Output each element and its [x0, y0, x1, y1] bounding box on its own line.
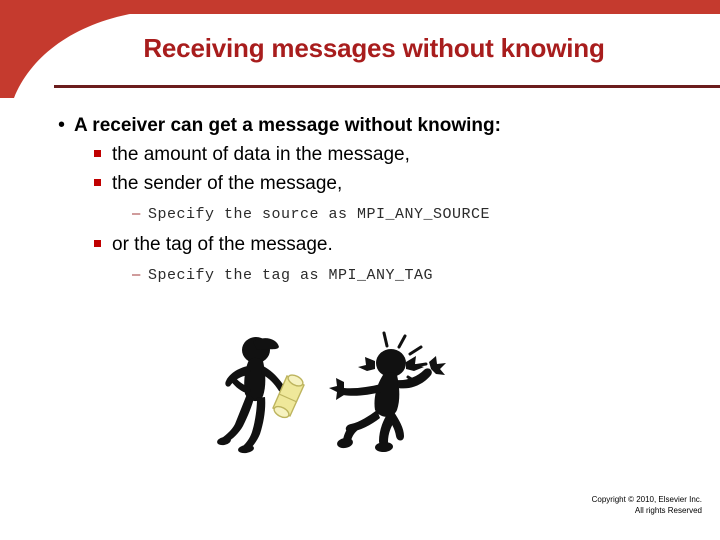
bullet-item-level1: • A receiver can get a message without k…	[52, 112, 692, 139]
code-note-text: Specify the source as MPI_ANY_SOURCE	[148, 206, 491, 223]
bullet-square-icon	[94, 233, 112, 259]
bullet-item-level2: the sender of the message,	[94, 170, 692, 198]
bullet-text: the amount of data in the message,	[112, 144, 410, 165]
left-hand-icon	[329, 378, 344, 400]
copyright-line-1: Copyright © 2010, Elsevier Inc.	[591, 495, 702, 504]
stick-figures-illustration	[217, 331, 446, 454]
title-block: Receiving messages without knowing	[54, 33, 694, 63]
page-title: Receiving messages without knowing	[143, 33, 605, 63]
bullet-square-icon	[94, 143, 112, 169]
bullet-item-level2: or the tag of the message.	[94, 231, 692, 259]
title-divider-rule	[54, 85, 720, 88]
messenger-figure	[217, 337, 285, 454]
bullet-text: the sender of the message,	[112, 173, 343, 194]
bullet-item-level3: – Specify the tag as MPI_ANY_TAG	[132, 264, 692, 287]
slide-canvas: Receiving messages without knowing • A r…	[0, 0, 720, 540]
bullet-dash-icon: –	[132, 266, 141, 283]
copyright-notice: Copyright © 2010, Elsevier Inc. All righ…	[592, 494, 702, 516]
bullet-square-icon	[94, 172, 112, 198]
bullet-item-level2: the amount of data in the message,	[94, 141, 692, 169]
bullet-dot-icon: •	[58, 114, 66, 136]
body-bullet-list: • A receiver can get a message without k…	[52, 112, 692, 292]
bullet-text: A receiver can get a message without kno…	[74, 115, 501, 136]
bullet-dash-icon: –	[132, 205, 141, 222]
copyright-line-2: All rights Reserved	[634, 506, 702, 515]
surprised-runner-figure	[329, 331, 446, 453]
bullet-item-level3: – Specify the source as MPI_ANY_SOURCE	[132, 203, 692, 226]
code-note-text: Specify the tag as MPI_ANY_TAG	[148, 267, 434, 284]
bullet-text: or the tag of the message.	[112, 234, 333, 255]
